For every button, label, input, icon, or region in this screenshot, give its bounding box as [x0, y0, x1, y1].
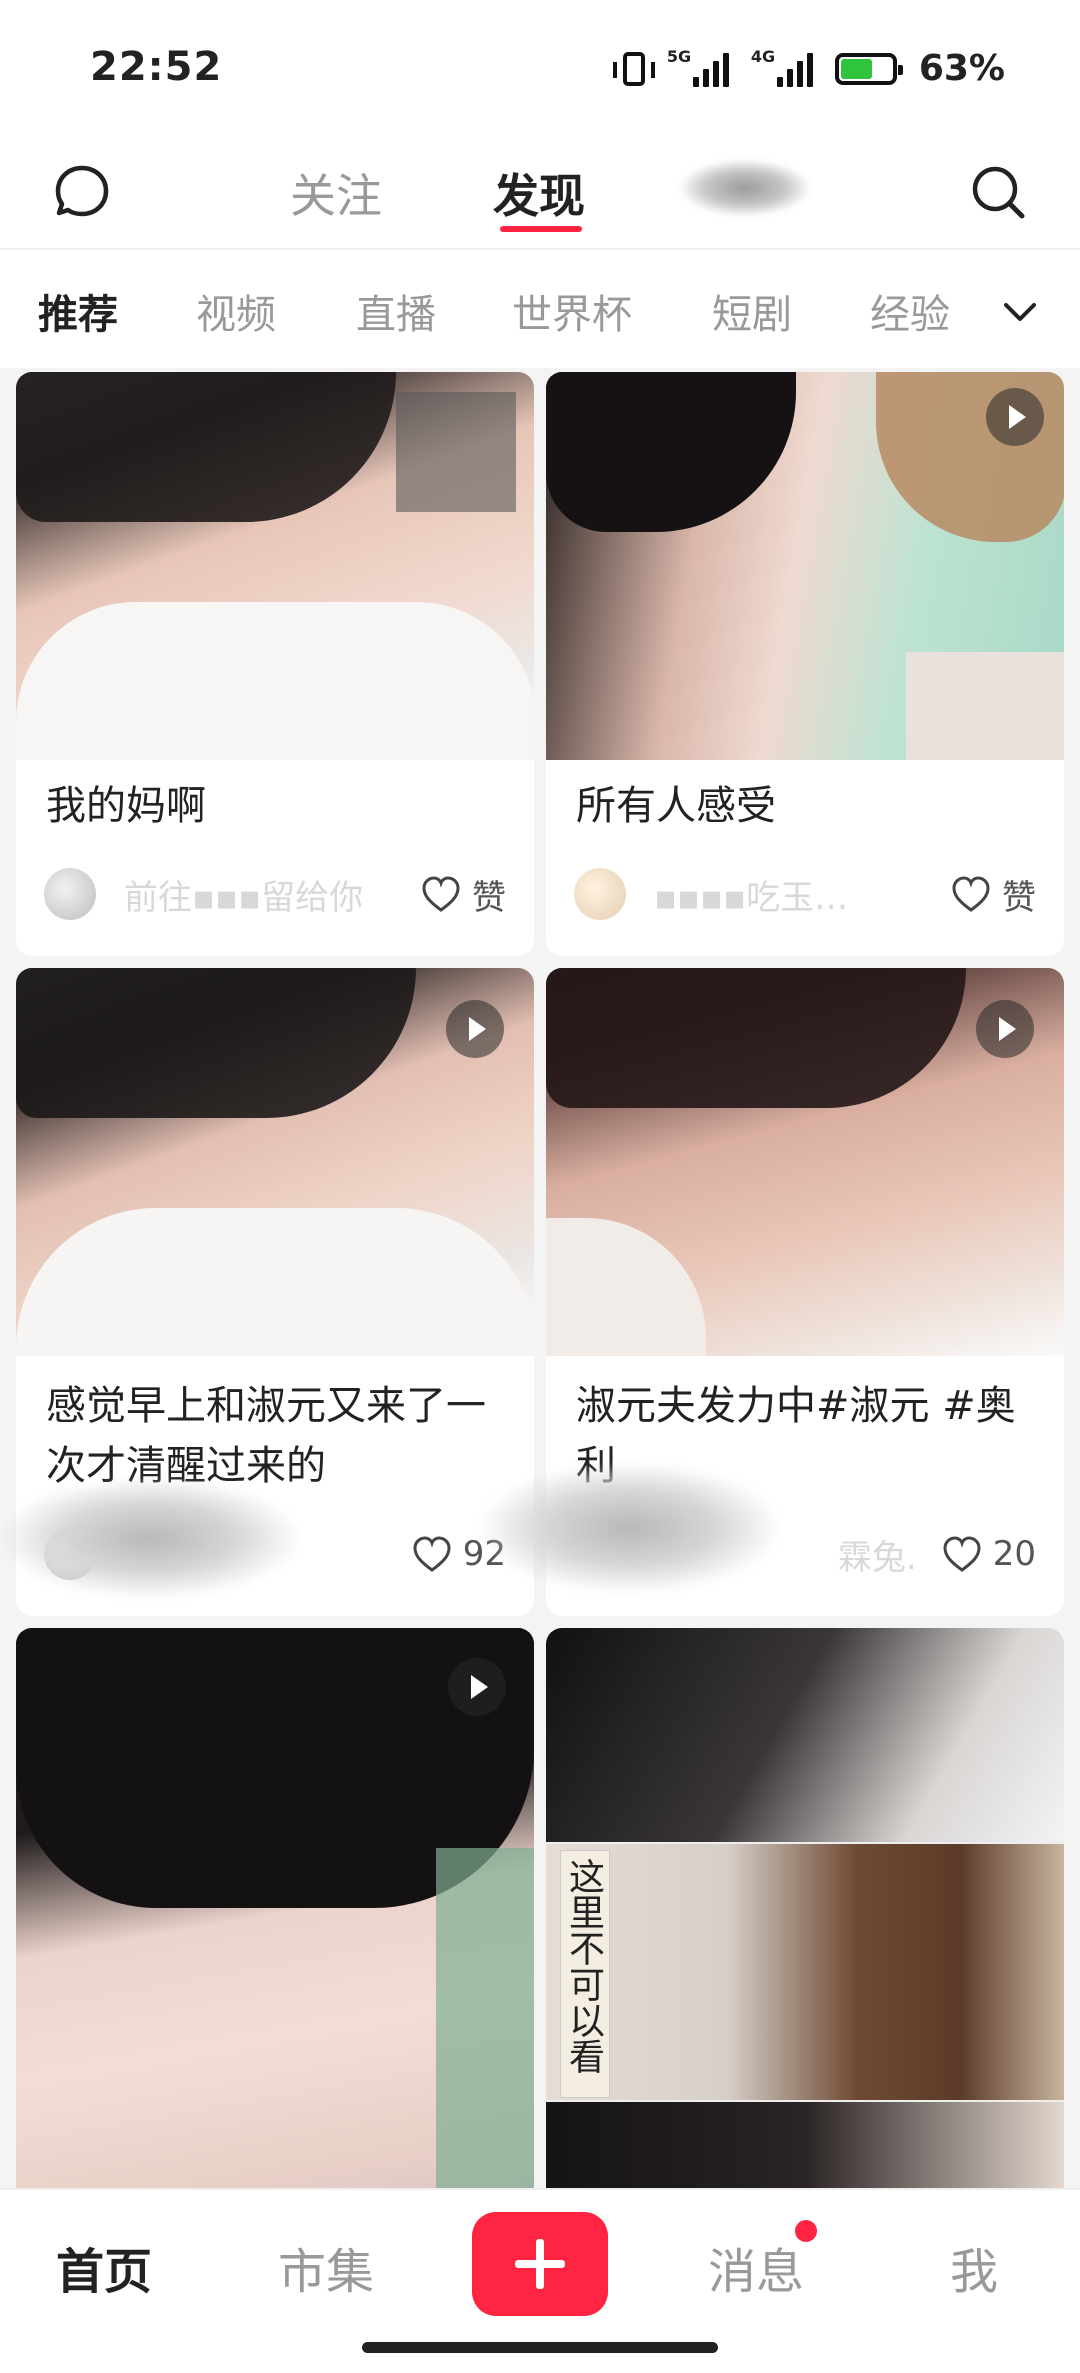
category-short-drama[interactable]: 短剧 [712, 282, 792, 340]
heart-icon [422, 876, 460, 912]
category-live[interactable]: 直播 [356, 282, 436, 340]
search-icon[interactable] [966, 160, 1030, 224]
category-experience[interactable]: 经验 [870, 282, 950, 340]
battery-percent: 63% [918, 48, 1005, 89]
obscured-tab[interactable] [680, 160, 810, 216]
like-button[interactable]: 赞 [420, 870, 506, 919]
notification-dot [795, 2220, 817, 2242]
like-count: 赞 [1002, 877, 1036, 918]
chat-bubble-icon[interactable] [50, 160, 114, 224]
tab-follow[interactable]: 关注 [290, 160, 382, 226]
category-bar: 推荐 视频 直播 世界杯 短剧 经验 [0, 252, 1080, 368]
play-icon [986, 388, 1044, 446]
status-time: 22:52 [90, 44, 223, 90]
card-image[interactable] [546, 372, 1064, 760]
tab-discover[interactable]: 发现 [493, 160, 585, 226]
battery-fill [840, 58, 873, 79]
redaction-smudge [480, 1463, 780, 1593]
like-count: 20 [992, 1534, 1036, 1574]
play-icon [446, 1000, 504, 1058]
post-button[interactable] [472, 2212, 608, 2316]
card-meta: ▪▪▪▪吃玉… 赞 [574, 864, 1036, 924]
redaction-smudge [0, 1478, 300, 1598]
author-name[interactable]: ▪▪▪▪吃玉… [654, 870, 950, 919]
card-title: 感觉早上和淑元又来了一次才清醒过来的 [46, 1383, 486, 1489]
play-icon [976, 1000, 1034, 1058]
overlay-caption: 这里不可以看 [563, 1858, 604, 2074]
category-video[interactable]: 视频 [196, 282, 276, 340]
card-image[interactable] [16, 968, 534, 1356]
feed-card[interactable]: 所有人感受 ▪▪▪▪吃玉… 赞 [546, 372, 1064, 956]
status-icons: 5G 4G 63% [612, 47, 1005, 89]
card-image[interactable]: 这里不可以看 [546, 1628, 1064, 2188]
card-title: 我的妈啊 [46, 783, 206, 829]
card-image[interactable] [16, 372, 534, 760]
status-bar: 22:52 5G 4G 63% [0, 0, 1080, 130]
nav-market[interactable]: 市集 [278, 2232, 374, 2302]
nav-home[interactable]: 首页 [56, 2232, 152, 2302]
network-4g-label: 4G [750, 46, 776, 66]
card-meta: 前往▪▪▪留给你 赞 [44, 864, 506, 924]
play-icon [448, 1658, 506, 1716]
network-5g-label: 5G [666, 46, 692, 66]
author-avatar[interactable] [44, 868, 96, 920]
like-count: 赞 [472, 877, 506, 918]
category-recommend[interactable]: 推荐 [38, 282, 118, 340]
feed-card[interactable]: 我的妈啊 前往▪▪▪留给你 赞 [16, 372, 534, 956]
signal-4g-icon: 4G [751, 47, 813, 87]
author-avatar[interactable] [574, 868, 626, 920]
category-world-cup[interactable]: 世界杯 [512, 282, 632, 340]
author-name[interactable]: 前往▪▪▪留给你 [124, 870, 420, 919]
heart-icon [952, 876, 990, 912]
card-image[interactable] [16, 1628, 534, 2188]
vibrate-icon [612, 51, 655, 86]
like-button[interactable]: 赞 [950, 870, 1036, 919]
feed-card[interactable]: 这里不可以看 [546, 1628, 1064, 2188]
app-screen: 22:52 5G 4G 63% 关注 发现 推荐 视频 直播 世界杯 短剧 经验… [0, 0, 1080, 2373]
heart-icon [413, 1536, 451, 1572]
discover-feed[interactable]: 我的妈啊 前往▪▪▪留给你 赞 所有人感受 ▪▪▪▪吃玉… 赞 感觉早上和淑元又… [0, 368, 1080, 2188]
nav-me[interactable]: 我 [950, 2232, 998, 2302]
chevron-down-icon[interactable] [998, 290, 1042, 334]
feed-card[interactable] [16, 1628, 534, 2188]
active-tab-indicator [500, 226, 582, 232]
like-button[interactable]: 20 [941, 1534, 1036, 1574]
top-nav: 关注 发现 [0, 130, 1080, 250]
battery-icon [834, 52, 903, 85]
signal-5g-icon: 5G [667, 47, 729, 87]
nav-messages[interactable]: 消息 [708, 2232, 804, 2302]
heart-icon [943, 1536, 981, 1572]
home-indicator[interactable] [362, 2342, 718, 2353]
card-image[interactable] [546, 968, 1064, 1356]
card-title: 所有人感受 [576, 783, 776, 829]
